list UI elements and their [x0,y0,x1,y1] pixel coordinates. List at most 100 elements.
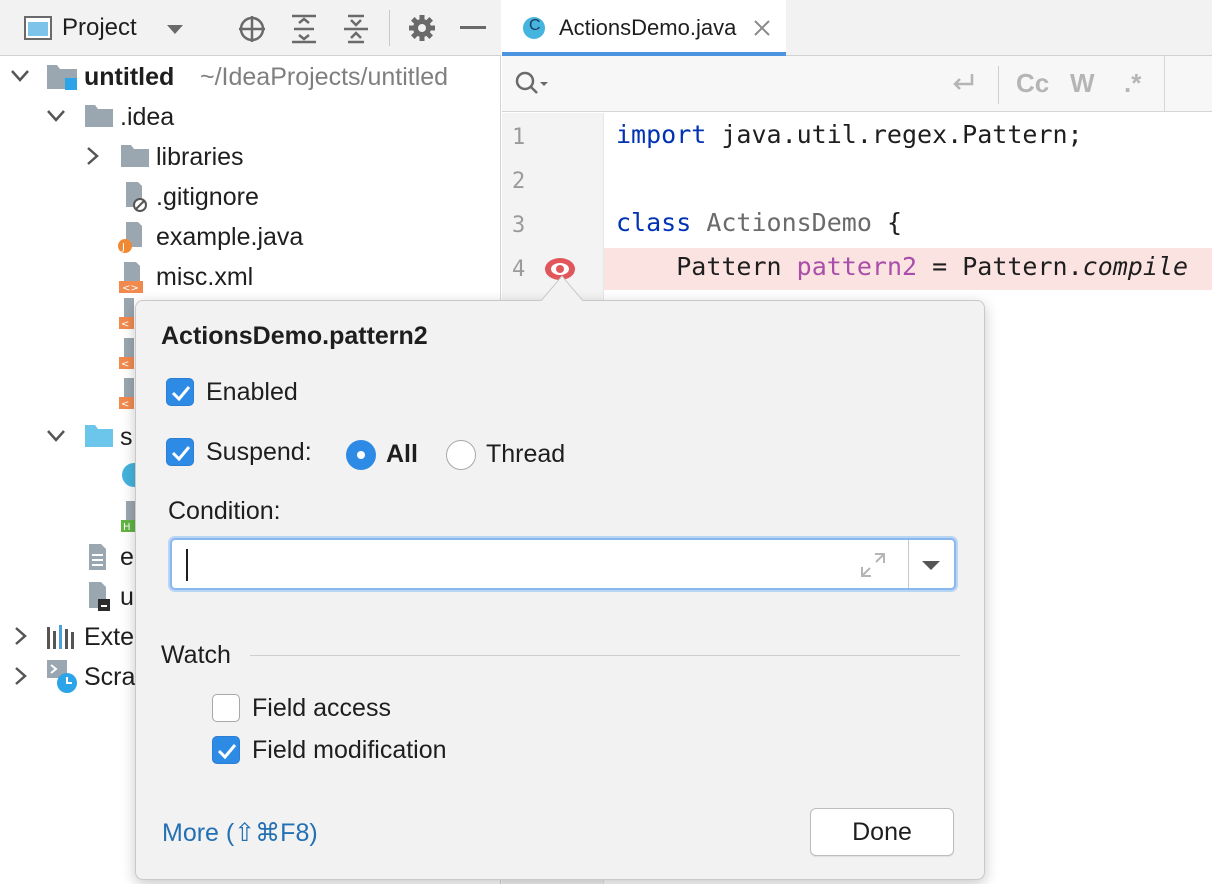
suspend-thread-label[interactable]: Thread [486,440,565,469]
enabled-checkbox[interactable] [166,378,194,406]
expand-icon[interactable] [860,552,886,578]
field-modification-label[interactable]: Field modification [252,736,447,765]
line-number: 1 [512,125,525,150]
line-number: 3 [512,213,525,238]
field-access-label[interactable]: Field access [252,694,391,723]
condition-input[interactable] [182,546,842,582]
tree-label: e [120,543,134,572]
tab-icon-letter: C [529,17,541,35]
close-icon[interactable] [754,20,770,36]
chevron-right-icon[interactable] [14,666,28,686]
check-icon [213,737,241,765]
xml-file-icon: < [118,297,134,331]
code-keyword: class [616,208,691,237]
suspend-all-radio[interactable] [346,440,376,470]
tree-label: Scra [84,663,135,692]
code-class-name: ActionsDemo [706,208,872,237]
field-modification-checkbox[interactable] [212,736,240,764]
xml-file-icon: <> [118,261,150,293]
collapse-all-icon[interactable] [342,14,370,44]
enabled-label[interactable]: Enabled [206,378,298,407]
chevron-down-icon[interactable] [921,560,941,572]
svg-text:<>: <> [122,283,139,293]
project-view-selector[interactable]: Project [62,14,137,42]
chevron-right-icon[interactable] [86,146,100,166]
code-line-3[interactable]: class ActionsDemo { [616,208,902,237]
tree-label: libraries [156,143,244,172]
popup-pointer [540,270,584,304]
tab-label: ActionsDemo.java [559,15,736,41]
code-text: = Pattern. [917,252,1083,281]
condition-label: Condition: [168,497,281,526]
replace-icon[interactable] [950,70,978,98]
module-folder-icon [46,61,78,91]
done-button[interactable]: Done [810,808,954,856]
class-icon [120,462,136,488]
code-line-1[interactable]: import java.util.regex.Pattern; [616,120,1083,149]
toolbar-divider [1164,56,1165,112]
suspend-thread-radio[interactable] [446,440,476,470]
folder-icon [120,143,150,169]
line-number: 4 [512,257,525,282]
tab-actions-demo[interactable]: C ActionsDemo.java [502,0,786,56]
more-link[interactable]: More (⇧⌘F8) [162,818,318,848]
text-caret [186,549,188,581]
xml-file-icon: < [118,337,134,371]
chevron-down-icon[interactable] [46,109,66,123]
chevron-right-icon[interactable] [14,626,28,646]
code-keyword: import [616,120,706,149]
svg-text:J: J [121,242,125,253]
toolbar-divider [389,10,390,46]
svg-text:<: < [121,359,129,370]
project-toolbar: Project [0,0,501,56]
field-access-checkbox[interactable] [212,694,240,722]
svg-text:<: < [121,319,129,330]
code-type: Pattern [676,252,781,281]
tree-label: .idea [120,103,174,132]
tree-path: ~/IdeaProjects/untitled [200,63,448,92]
code-method: compile [1083,252,1188,281]
folder-icon [84,103,114,129]
expand-all-icon[interactable] [290,14,318,44]
field-divider [908,540,909,588]
tree-label: u [120,583,134,612]
editor-tab-bar: C ActionsDemo.java [502,0,1212,56]
code-field: pattern2 [797,252,917,281]
gear-icon[interactable] [408,14,436,42]
code-line-4[interactable]: Pattern pattern2 = Pattern.compile [616,252,1188,281]
suspend-checkbox[interactable] [166,438,194,466]
library-icon [46,623,78,651]
code-text: java.util.regex.Pattern; [706,120,1082,149]
chevron-down-icon[interactable] [166,24,184,36]
svg-text:H: H [123,522,131,533]
find-bar: Cc W .* [502,56,1212,112]
java-file-icon: J [116,221,148,253]
tree-label: s [120,423,133,452]
condition-field[interactable] [170,538,956,590]
xml-file-icon: < [118,377,134,411]
tree-label: example.java [156,223,303,252]
check-icon [167,379,195,407]
source-folder-icon [84,423,114,449]
suspend-all-label[interactable]: All [386,440,418,469]
toolbar-divider [998,66,999,104]
tree-label: Exte [84,623,134,652]
tree-label: misc.xml [156,263,253,292]
words-toggle[interactable]: W [1070,68,1095,99]
locate-icon[interactable] [237,14,267,44]
svg-text:<: < [121,399,129,410]
minimize-icon[interactable] [460,26,486,30]
ignored-file-icon [120,181,150,213]
search-icon[interactable] [514,70,552,98]
chevron-down-icon[interactable] [10,69,30,83]
tree-label: untitled [84,63,174,92]
suspend-label[interactable]: Suspend: [206,438,312,467]
scratches-icon [46,659,80,695]
chevron-down-icon[interactable] [46,429,66,443]
regex-toggle[interactable]: .* [1124,68,1141,99]
code-text: { [872,208,902,237]
match-case-toggle[interactable]: Cc [1016,68,1049,99]
html-file-icon: H [120,500,136,534]
watch-section-label: Watch [161,641,231,670]
radio-dot [357,451,365,459]
